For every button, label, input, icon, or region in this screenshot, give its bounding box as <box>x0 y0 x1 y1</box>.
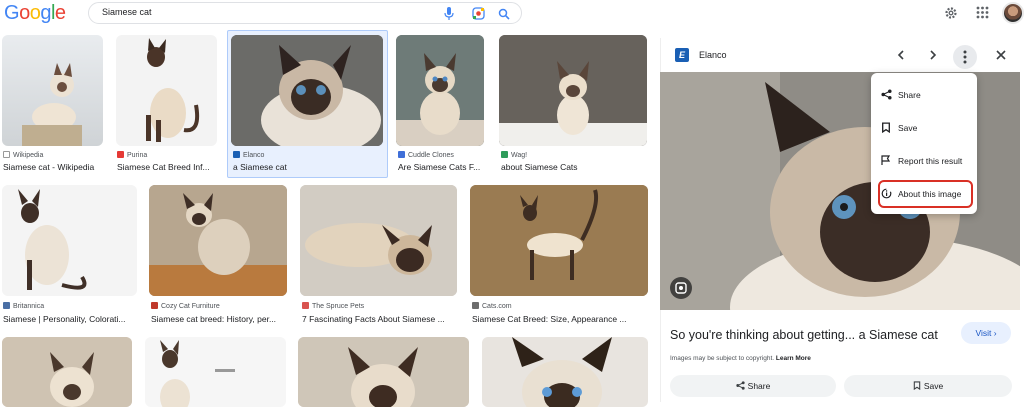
result-title[interactable]: Siamese cat breed: History, per... <box>151 314 287 324</box>
menu-item-label: Save <box>898 123 918 133</box>
result-title[interactable]: a Siamese cat <box>233 162 383 172</box>
search-input[interactable]: Siamese cat <box>102 7 152 17</box>
result-source: Wikipedia <box>3 151 103 159</box>
result-title[interactable]: about Siamese Cats <box>501 162 641 172</box>
favicon-icon <box>3 151 10 158</box>
chevron-right-icon[interactable] <box>927 48 939 66</box>
share-icon <box>881 89 892 100</box>
result-image[interactable] <box>149 185 287 296</box>
favicon-icon <box>151 302 158 309</box>
menu-item-share[interactable]: Share <box>871 80 977 110</box>
result-image[interactable] <box>396 35 484 146</box>
favicon-icon <box>398 151 405 158</box>
source-favicon-icon: E <box>675 48 689 62</box>
source-label: Britannica <box>13 303 45 310</box>
bookmark-icon <box>882 122 890 133</box>
share-label: Share <box>747 381 771 391</box>
result-source: Britannica <box>3 302 137 310</box>
logo-letter: G <box>4 2 20 24</box>
logo-letter: o <box>29 2 41 24</box>
result-title[interactable]: Siamese | Personality, Colorati... <box>3 314 137 324</box>
google-logo[interactable]: Google <box>4 2 66 25</box>
result-source: Elanco <box>233 151 383 159</box>
source-label: Cozy Cat Furniture <box>161 303 220 310</box>
menu-item-label: Share <box>898 90 921 100</box>
result-image[interactable] <box>145 337 286 407</box>
lens-icon <box>675 282 687 294</box>
result-title[interactable]: Siamese cat - Wikipedia <box>3 162 104 172</box>
result-image[interactable] <box>300 185 457 296</box>
lens-icon[interactable] <box>472 7 485 25</box>
result-image[interactable] <box>298 337 469 407</box>
share-button[interactable]: Share <box>670 375 836 397</box>
favicon-icon <box>117 151 124 158</box>
result-source: Cozy Cat Furniture <box>151 302 287 310</box>
panel-title[interactable]: So you're thinking about getting... a Si… <box>670 328 938 342</box>
result-image[interactable] <box>2 337 132 407</box>
result-source: Purina <box>117 151 217 159</box>
favicon-icon <box>472 302 479 309</box>
result-title[interactable]: Siamese Cat Breed Inf... <box>117 162 217 172</box>
result-source: Cuddle Clones <box>398 151 488 159</box>
result-source: Cats.com <box>472 302 648 310</box>
result-image[interactable] <box>2 185 137 296</box>
more-vert-icon <box>963 50 967 64</box>
source-label: Cuddle Clones <box>408 152 454 159</box>
menu-item-label: Report this result <box>898 156 963 166</box>
search-icon[interactable] <box>498 7 510 25</box>
visual-search-button[interactable] <box>670 277 692 299</box>
bookmark-icon <box>913 381 921 391</box>
menu-item-report[interactable]: Report this result <box>871 146 977 176</box>
result-source: The Spruce Pets <box>302 302 457 310</box>
account-avatar[interactable] <box>1002 2 1024 24</box>
copyright-notice: Images may be subject to copyright. Lear… <box>670 355 811 362</box>
visit-label: Visit <box>975 328 992 338</box>
search-box[interactable]: Siamese cat <box>88 2 522 24</box>
flag-icon <box>881 155 891 165</box>
result-image[interactable] <box>231 35 383 146</box>
favicon-icon <box>233 151 240 158</box>
gear-icon[interactable] <box>944 6 958 25</box>
copyright-text: Images may be subject to copyright. <box>670 355 775 362</box>
result-title[interactable]: 7 Fascinating Facts About Siamese ... <box>302 314 457 324</box>
logo-letter: g <box>40 2 51 24</box>
learn-more-link[interactable]: Learn More <box>776 355 811 362</box>
result-image[interactable] <box>470 185 648 296</box>
result-image[interactable] <box>116 35 217 146</box>
result-title[interactable]: Siamese Cat Breed: Size, Appearance ... <box>472 314 648 324</box>
favicon-icon <box>3 302 10 309</box>
source-label: The Spruce Pets <box>312 303 365 310</box>
top-bar: Google Siamese cat <box>0 0 1024 30</box>
logo-letter: e <box>54 2 66 24</box>
source-label: Purina <box>127 152 148 159</box>
source-label: Wikipedia <box>13 152 44 159</box>
close-icon[interactable] <box>995 48 1007 66</box>
annotation-highlight <box>878 180 973 208</box>
result-image[interactable] <box>2 35 103 146</box>
panel-source[interactable]: Elanco <box>699 50 727 60</box>
source-label: Elanco <box>243 152 265 159</box>
visit-button[interactable]: Visit › <box>961 322 1011 344</box>
source-label: Wag! <box>511 152 528 159</box>
save-button[interactable]: Save <box>844 375 1012 397</box>
mic-icon[interactable] <box>444 7 454 25</box>
result-source: Wag! <box>501 151 641 159</box>
result-image[interactable] <box>482 337 648 407</box>
source-label: Cats.com <box>482 303 512 310</box>
chevron-left-icon[interactable] <box>895 48 907 66</box>
share-icon <box>736 381 745 390</box>
save-label: Save <box>923 381 944 391</box>
logo-letter: o <box>19 2 30 24</box>
more-options-button[interactable] <box>953 45 977 69</box>
favicon-icon <box>501 151 508 158</box>
result-image[interactable] <box>499 35 647 146</box>
chevron-right-icon: › <box>993 328 997 338</box>
apps-grid-icon[interactable] <box>976 6 989 24</box>
favicon-icon <box>302 302 309 309</box>
result-title[interactable]: Are Siamese Cats F... <box>398 162 488 172</box>
menu-item-save[interactable]: Save <box>871 113 977 143</box>
